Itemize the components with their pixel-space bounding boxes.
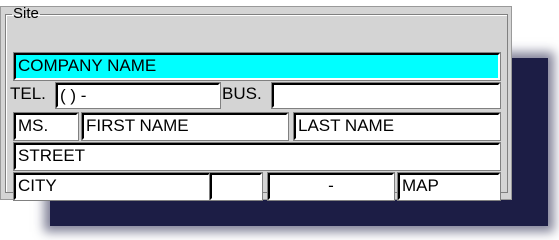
site-group-title: Site [13, 5, 39, 22]
title-field[interactable]: MS. [13, 112, 79, 141]
site-window: Site COMPANY NAME TEL. ( ) - BUS. MS. FI… [0, 5, 512, 201]
street-field[interactable]: STREET [13, 142, 501, 171]
bus-label: BUS. [222, 84, 262, 103]
state-field[interactable] [209, 172, 263, 201]
map-field[interactable]: MAP [397, 172, 501, 201]
stage: Site COMPANY NAME TEL. ( ) - BUS. MS. FI… [0, 0, 559, 240]
first-name-field[interactable]: FIRST NAME [81, 112, 289, 141]
zip-field[interactable]: - [267, 172, 395, 201]
site-group: Site COMPANY NAME TEL. ( ) - BUS. MS. FI… [5, 5, 508, 201]
tel-field[interactable]: ( ) - [55, 82, 221, 109]
bus-field[interactable] [271, 82, 501, 109]
city-field[interactable]: CITY [13, 172, 211, 201]
last-name-field[interactable]: LAST NAME [293, 112, 501, 141]
company-name-field[interactable]: COMPANY NAME [13, 52, 501, 81]
tel-label: TEL. [10, 84, 46, 103]
